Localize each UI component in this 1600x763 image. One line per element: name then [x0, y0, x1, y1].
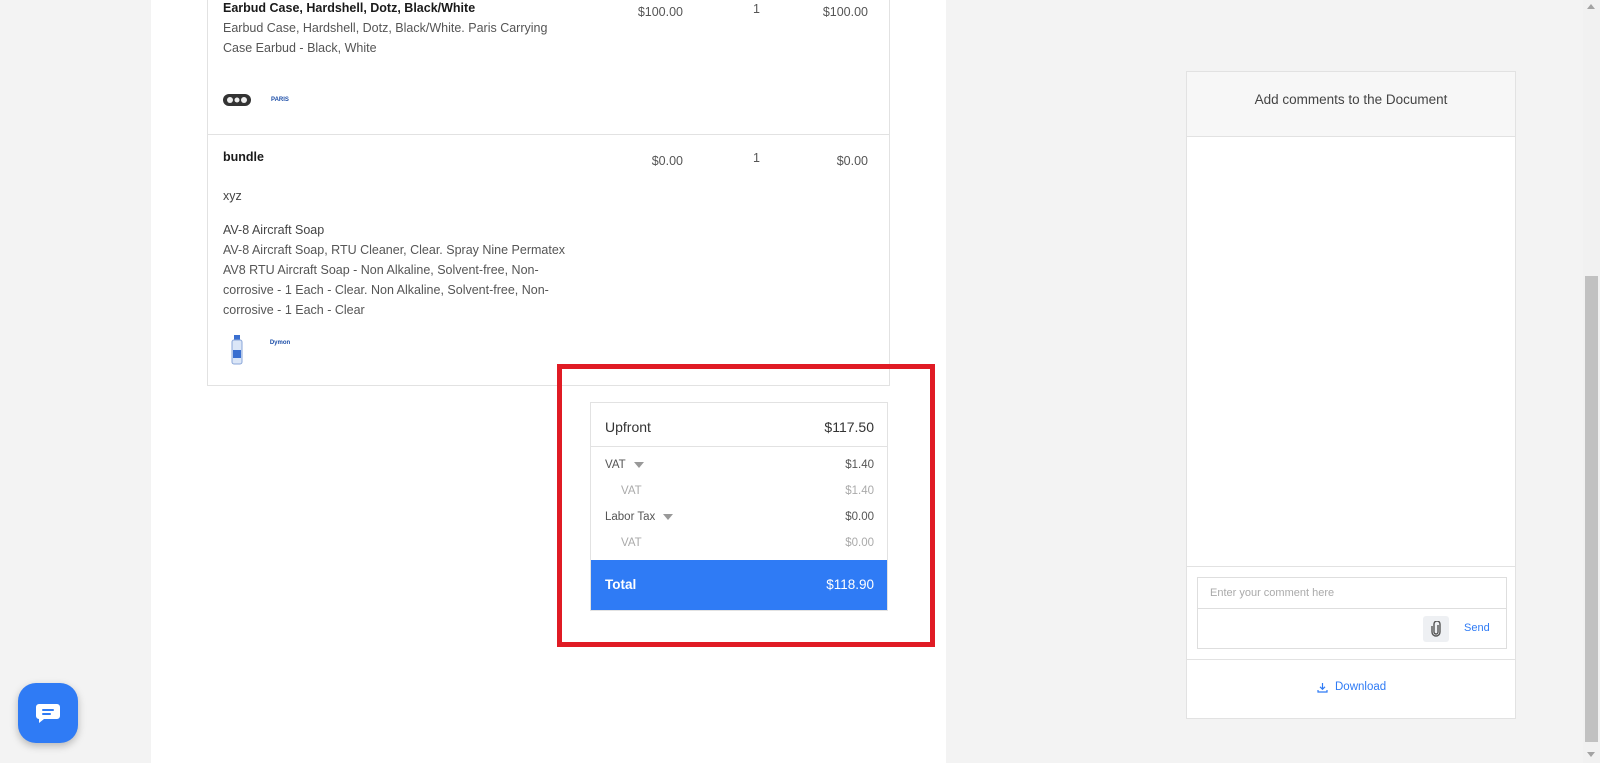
product-image — [229, 335, 245, 370]
scroll-down-icon[interactable] — [1587, 752, 1595, 757]
item-name: Earbud Case, Hardshell, Dotz, Black/Whit… — [223, 1, 476, 15]
paperclip-icon — [1431, 621, 1441, 637]
item-description: Earbud Case, Hardshell, Dotz, Black/Whit… — [223, 21, 548, 55]
comment-input[interactable] — [1198, 578, 1506, 609]
comment-composer: Send — [1197, 577, 1507, 649]
product-image — [222, 91, 252, 114]
item-qty: 1 — [753, 2, 760, 16]
vertical-scrollbar[interactable] — [1583, 0, 1600, 763]
item-subtitle: xyz — [223, 189, 242, 203]
comments-panel: Add comments to the Document Send Downlo… — [1186, 71, 1516, 719]
sub-item-name: AV-8 Aircraft Soap — [223, 223, 325, 237]
chat-icon — [36, 704, 60, 723]
scroll-up-icon[interactable] — [1587, 4, 1595, 9]
table-row: Earbud Case, Hardshell, Dotz, Black/Whit… — [208, 0, 889, 135]
send-button[interactable]: Send — [1464, 622, 1490, 634]
item-price: $100.00 — [637, 5, 683, 19]
item-qty: 1 — [753, 151, 760, 165]
download-area: Download — [1187, 659, 1515, 720]
download-label: Download — [1335, 681, 1387, 693]
download-button[interactable]: Download — [1317, 681, 1386, 693]
item-amount: $100.00 — [822, 5, 868, 19]
table-row: bundle xyz AV-8 Aircraft Soap AV-8 Aircr… — [208, 135, 889, 385]
item-description: AV-8 Aircraft Soap, RTU Cleaner, Clear. … — [223, 243, 566, 317]
attach-button[interactable] — [1423, 616, 1449, 642]
comments-header: Add comments to the Document — [1187, 72, 1515, 137]
chat-launcher-button[interactable] — [18, 683, 78, 743]
download-icon — [1317, 682, 1328, 693]
item-price: $0.00 — [651, 154, 683, 168]
brand-logo: Dymon — [269, 340, 291, 346]
comments-list — [1187, 137, 1515, 567]
highlight-box — [557, 364, 935, 647]
line-items-table: Earbud Case, Hardshell, Dotz, Black/Whit… — [207, 0, 890, 386]
scroll-thumb[interactable] — [1585, 276, 1598, 742]
item-name: bundle — [223, 150, 264, 164]
brand-logo: PARIS — [271, 97, 289, 103]
item-amount: $0.00 — [836, 154, 868, 168]
